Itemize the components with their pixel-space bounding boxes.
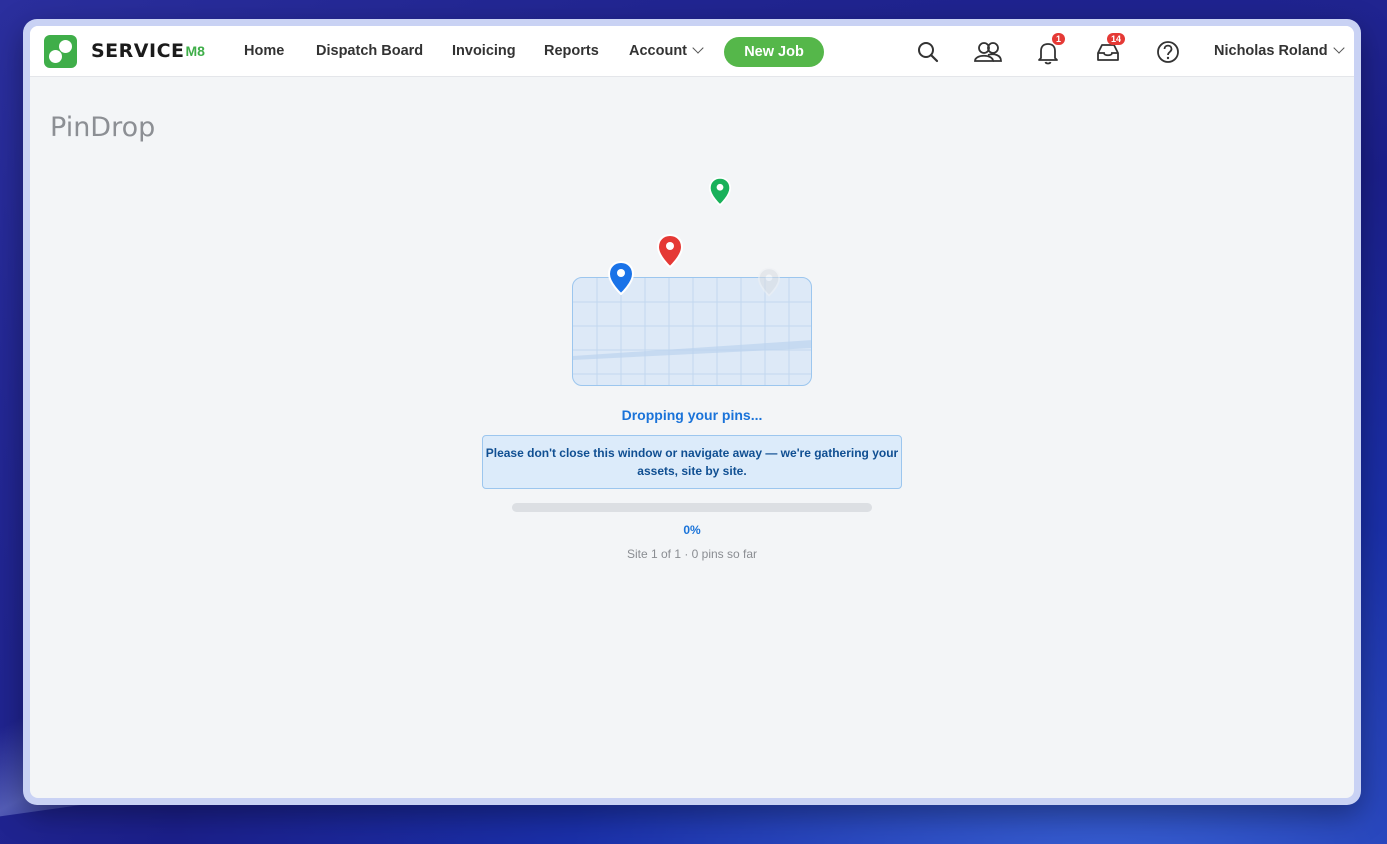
pin-faded-icon [757,267,781,302]
progress-percent: 0% [683,523,701,537]
notice-box: Please don't close this window or naviga… [482,435,902,489]
pin-green-icon [708,177,732,211]
loading-status: Dropping your pins... [621,407,763,423]
progress-bar [512,503,872,512]
app-container: SERVICE M8 Home Dispatch Board Invoicing… [30,26,1354,798]
browser-window: SERVICE M8 Home Dispatch Board Invoicing… [23,19,1361,805]
pin-red-icon [656,233,684,273]
site-progress-info: Site 1 of 1 · 0 pins so far [626,547,758,561]
loader-stage: Dropping your pins... Please don't close… [30,26,1354,798]
pin-blue-icon [607,260,635,300]
